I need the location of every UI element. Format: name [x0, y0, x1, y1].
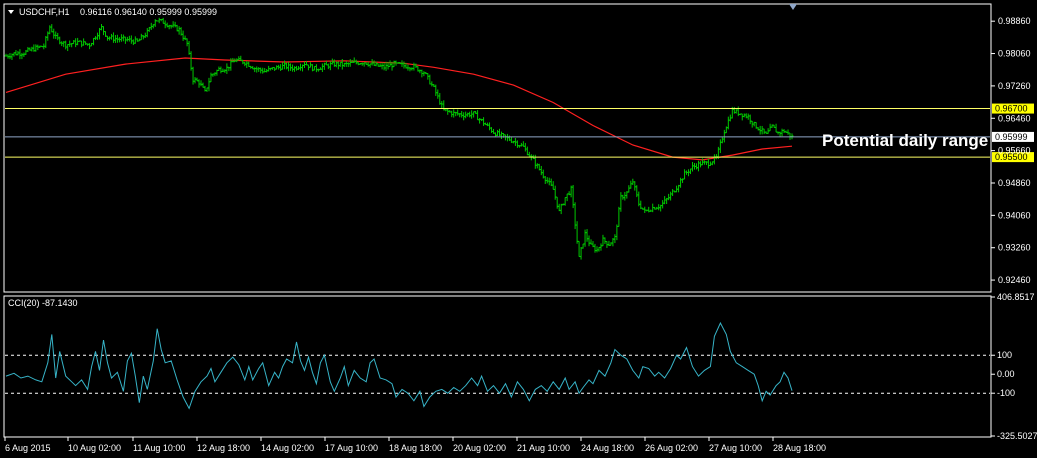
price-label-current: 0.95999: [992, 131, 1034, 142]
time-tick-label: 12 Aug 18:00: [197, 443, 250, 453]
time-tick-label: 6 Aug 2015: [5, 443, 51, 453]
cci-tick-label: 406.8517: [997, 292, 1035, 302]
range-annotation: Potential daily range: [822, 131, 988, 150]
symbol-label: USDCHF,H1: [19, 7, 70, 17]
ohlc-values: 0.96116 0.96140 0.95999 0.95999: [80, 7, 217, 17]
trading-chart[interactable]: 0.967000.955000.95999 0.988600.980600.97…: [0, 0, 1037, 458]
time-tick-label: 10 Aug 02:00: [68, 443, 121, 453]
time-tick-label: 11 Aug 10:00: [133, 443, 185, 453]
time-tick-label: 26 Aug 02:00: [645, 443, 698, 453]
price-tick-label: 0.95660: [998, 146, 1031, 156]
time-tick-label: 20 Aug 02:00: [453, 443, 506, 453]
price-tick-label: 0.94060: [998, 210, 1031, 220]
price-tick-label: 0.97260: [998, 81, 1031, 91]
svg-text:0.96700: 0.96700: [995, 104, 1028, 114]
time-tick-label: 14 Aug 02:00: [261, 443, 314, 453]
time-tick-label: 28 Aug 18:00: [773, 443, 826, 453]
price-tick-label: 0.92460: [998, 275, 1031, 285]
price-tick-label: 0.98060: [998, 49, 1031, 59]
cci-tick-label: -100: [997, 388, 1015, 398]
price-label-0.96700: 0.96700: [992, 103, 1034, 114]
cci-title: CCI(20) -87.1430: [8, 298, 78, 308]
cci-tick-label: -325.5027: [997, 431, 1037, 441]
cci-tick-label: 0.00: [997, 369, 1015, 379]
price-tick-label: 0.98860: [998, 16, 1031, 26]
price-tick-label: 0.94860: [998, 178, 1031, 188]
chart-background: [0, 0, 1037, 458]
time-tick-label: 17 Aug 10:00: [325, 443, 378, 453]
cci-tick-label: 100: [997, 350, 1012, 360]
time-tick-label: 21 Aug 10:00: [517, 443, 570, 453]
svg-text:0.95999: 0.95999: [995, 132, 1028, 142]
time-tick-label: 18 Aug 18:00: [389, 443, 442, 453]
price-tick-label: 0.93260: [998, 243, 1031, 253]
time-tick-label: 27 Aug 10:00: [709, 443, 762, 453]
price-tick-label: 0.96460: [998, 113, 1031, 123]
time-tick-label: 24 Aug 18:00: [581, 443, 634, 453]
